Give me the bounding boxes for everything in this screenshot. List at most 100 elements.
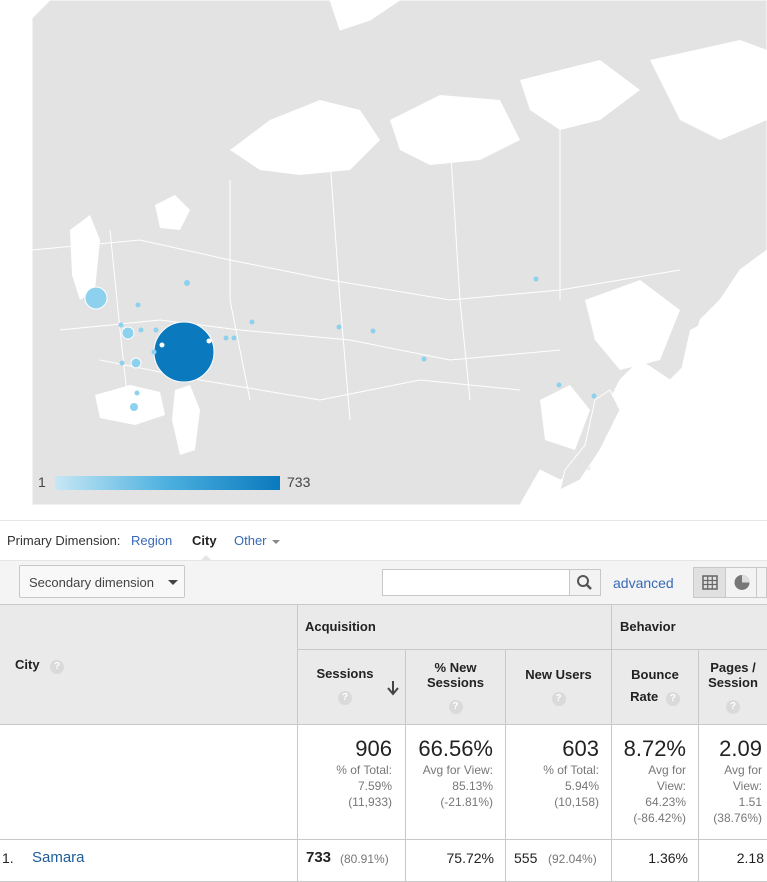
total-bounce-sub: (-86.42%) [633, 811, 686, 825]
search-input[interactable] [382, 569, 570, 596]
map-canvas[interactable] [0, 0, 767, 505]
total-sessions-sub: (11,933) [348, 795, 392, 809]
total-sessions-value: 906 [355, 736, 392, 761]
row-pct-new-value: 75.72% [446, 850, 494, 866]
pct-new-sessions-column-header[interactable]: % New Sessions ? [406, 660, 505, 714]
city-bubble[interactable] [184, 280, 190, 286]
total-pct-new-sub: 85.13% [452, 779, 493, 793]
view-toggle-group [693, 567, 767, 598]
city-bubble[interactable] [130, 403, 138, 411]
city-bubble[interactable] [370, 328, 376, 334]
row-pages-value: 2.18 [736, 850, 764, 866]
dimension-other-dropdown[interactable]: Other [234, 533, 267, 548]
row-new-users-pct: (92.04%) [548, 852, 597, 866]
caret-down-icon [168, 580, 178, 585]
city-bubble[interactable] [118, 322, 124, 328]
city-bubble[interactable] [121, 326, 135, 340]
bounce-rate-column-header[interactable]: Bounce Rate ? [612, 667, 698, 706]
new-users-header-label: New Users [525, 667, 592, 682]
sessions-header-label: Sessions [316, 666, 374, 681]
city-bubble[interactable] [231, 335, 237, 341]
bounce-header-line1: Bounce [631, 667, 679, 682]
pie-chart-icon [734, 575, 750, 590]
city-bubble[interactable] [84, 286, 108, 310]
help-icon[interactable]: ? [50, 660, 65, 674]
city-bubble[interactable] [153, 321, 215, 383]
legend-gradient [55, 476, 280, 490]
city-bubble[interactable] [151, 349, 157, 355]
table-toolbar: Secondary dimension advanced [0, 560, 767, 604]
city-bubble[interactable] [134, 390, 140, 396]
dimension-city-selected[interactable]: City [192, 533, 217, 548]
city-bubble[interactable] [159, 342, 165, 348]
city-link[interactable]: Samara [32, 849, 85, 866]
help-icon[interactable]: ? [665, 692, 680, 706]
pages-header-line2: Session [708, 675, 758, 690]
city-bubble[interactable] [130, 357, 142, 369]
help-icon[interactable]: ? [338, 691, 352, 705]
city-bubble[interactable] [556, 382, 562, 388]
city-column-header[interactable]: City ? [15, 656, 65, 674]
total-pages-sub: View: [732, 779, 762, 793]
sessions-column-header[interactable]: Sessions ? [298, 666, 405, 705]
dimension-region-link[interactable]: Region [131, 533, 172, 548]
city-bubble[interactable] [223, 335, 229, 341]
city-bubble[interactable] [206, 338, 212, 344]
city-bubble[interactable] [533, 276, 539, 282]
sort-descending-icon[interactable] [387, 680, 399, 696]
chevron-down-icon[interactable] [272, 540, 280, 544]
behavior-group-header: Behavior [620, 619, 676, 634]
legend-max-value: 733 [287, 474, 311, 490]
total-pct-new-sub: Avg for View: [422, 763, 493, 777]
city-bubble[interactable] [153, 327, 159, 333]
city-header-label: City [15, 657, 40, 672]
bounce-header-line2: Rate [630, 689, 659, 704]
search-icon [577, 575, 592, 590]
city-bubble[interactable] [591, 393, 597, 399]
help-icon[interactable]: ? [448, 700, 463, 714]
search-button[interactable] [569, 569, 601, 596]
map-legend: 1 733 [32, 472, 332, 494]
row-new-users-value: 555 [514, 850, 538, 866]
total-bounce-sub: 64.23% [645, 795, 686, 809]
new-users-column-header[interactable]: New Users ? [506, 667, 611, 706]
legend-min-value: 1 [38, 474, 46, 490]
city-bubble[interactable] [421, 356, 427, 362]
total-new-users-sub: (10,158) [554, 795, 599, 809]
city-bubble[interactable] [249, 319, 255, 325]
city-bubble[interactable] [336, 324, 342, 330]
total-pages-sub: 1.51 [738, 795, 762, 809]
total-pct-new-sessions: 66.56% Avg for View: 85.13% (-21.81%) [406, 736, 493, 810]
city-bubble[interactable] [119, 360, 125, 366]
total-pct-new-value: 66.56% [418, 736, 493, 761]
total-bounce-value: 8.72% [623, 736, 686, 761]
help-icon[interactable]: ? [551, 692, 566, 706]
pages-per-session-column-header[interactable]: Pages / Session ? [699, 660, 767, 714]
total-bounce-sub: View: [656, 779, 686, 793]
total-sessions: 906 % of Total: 7.59% (11,933) [298, 736, 392, 810]
advanced-filter-link[interactable]: advanced [613, 575, 674, 591]
grid-icon [702, 575, 718, 590]
map-land [31, 0, 767, 505]
geo-map[interactable]: 1 733 [0, 0, 767, 505]
total-bounce-sub: Avg for [648, 763, 686, 777]
row-index: 1. [2, 850, 14, 866]
help-icon[interactable]: ? [726, 700, 740, 714]
primary-dimension-bar: Primary Dimension: Region City Other [0, 520, 767, 562]
pie-view-button[interactable] [727, 568, 757, 597]
total-pages-value: 2.09 [719, 736, 762, 761]
secondary-dimension-label: Secondary dimension [29, 575, 155, 590]
acquisition-group-header: Acquisition [305, 619, 376, 634]
total-pages-sub: (38.76%) [713, 811, 762, 825]
city-bubble[interactable] [135, 302, 141, 308]
secondary-dimension-dropdown[interactable]: Secondary dimension [19, 565, 185, 598]
city-bubble[interactable] [138, 327, 144, 333]
total-bounce-rate: 8.72% Avg for View: 64.23% (-86.42%) [612, 736, 686, 826]
table-view-button[interactable] [694, 568, 726, 597]
total-pages-per-session: 2.09 Avg for View: 1.51 (38.76%) [699, 736, 762, 826]
pct-new-header-line2: Sessions [426, 675, 485, 690]
total-new-users: 603 % of Total: 5.94% (10,158) [506, 736, 599, 810]
total-pages-sub: Avg for [724, 763, 762, 777]
row-sessions-pct: (80.91%) [340, 852, 389, 866]
row-sessions-value: 733 [306, 849, 332, 866]
